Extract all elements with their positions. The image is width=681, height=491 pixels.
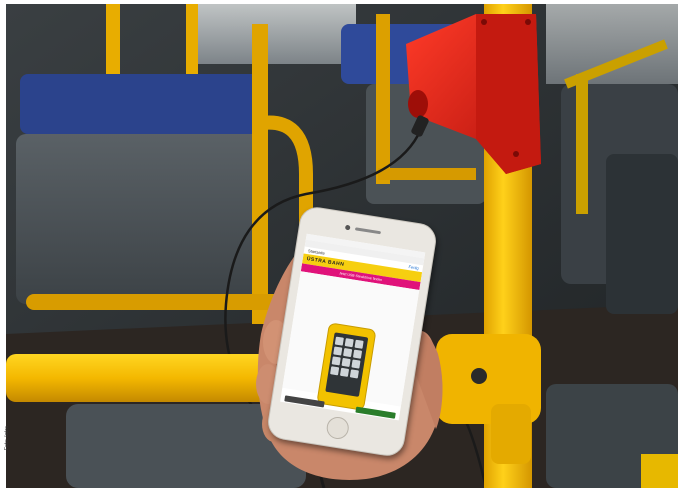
photo-credit-text: Foto: üstra: [4, 426, 10, 450]
charger-device-keys: [330, 336, 366, 379]
charger-illustration: [282, 271, 420, 411]
photo-credit: Foto: üstra: [0, 395, 10, 487]
nav-done-link[interactable]: Fertig: [408, 263, 419, 272]
photo-frame: Startseite Fertig ÜSTRA BAHN Jetzt USB-S…: [6, 4, 678, 488]
charger-device-icon: [316, 322, 377, 411]
